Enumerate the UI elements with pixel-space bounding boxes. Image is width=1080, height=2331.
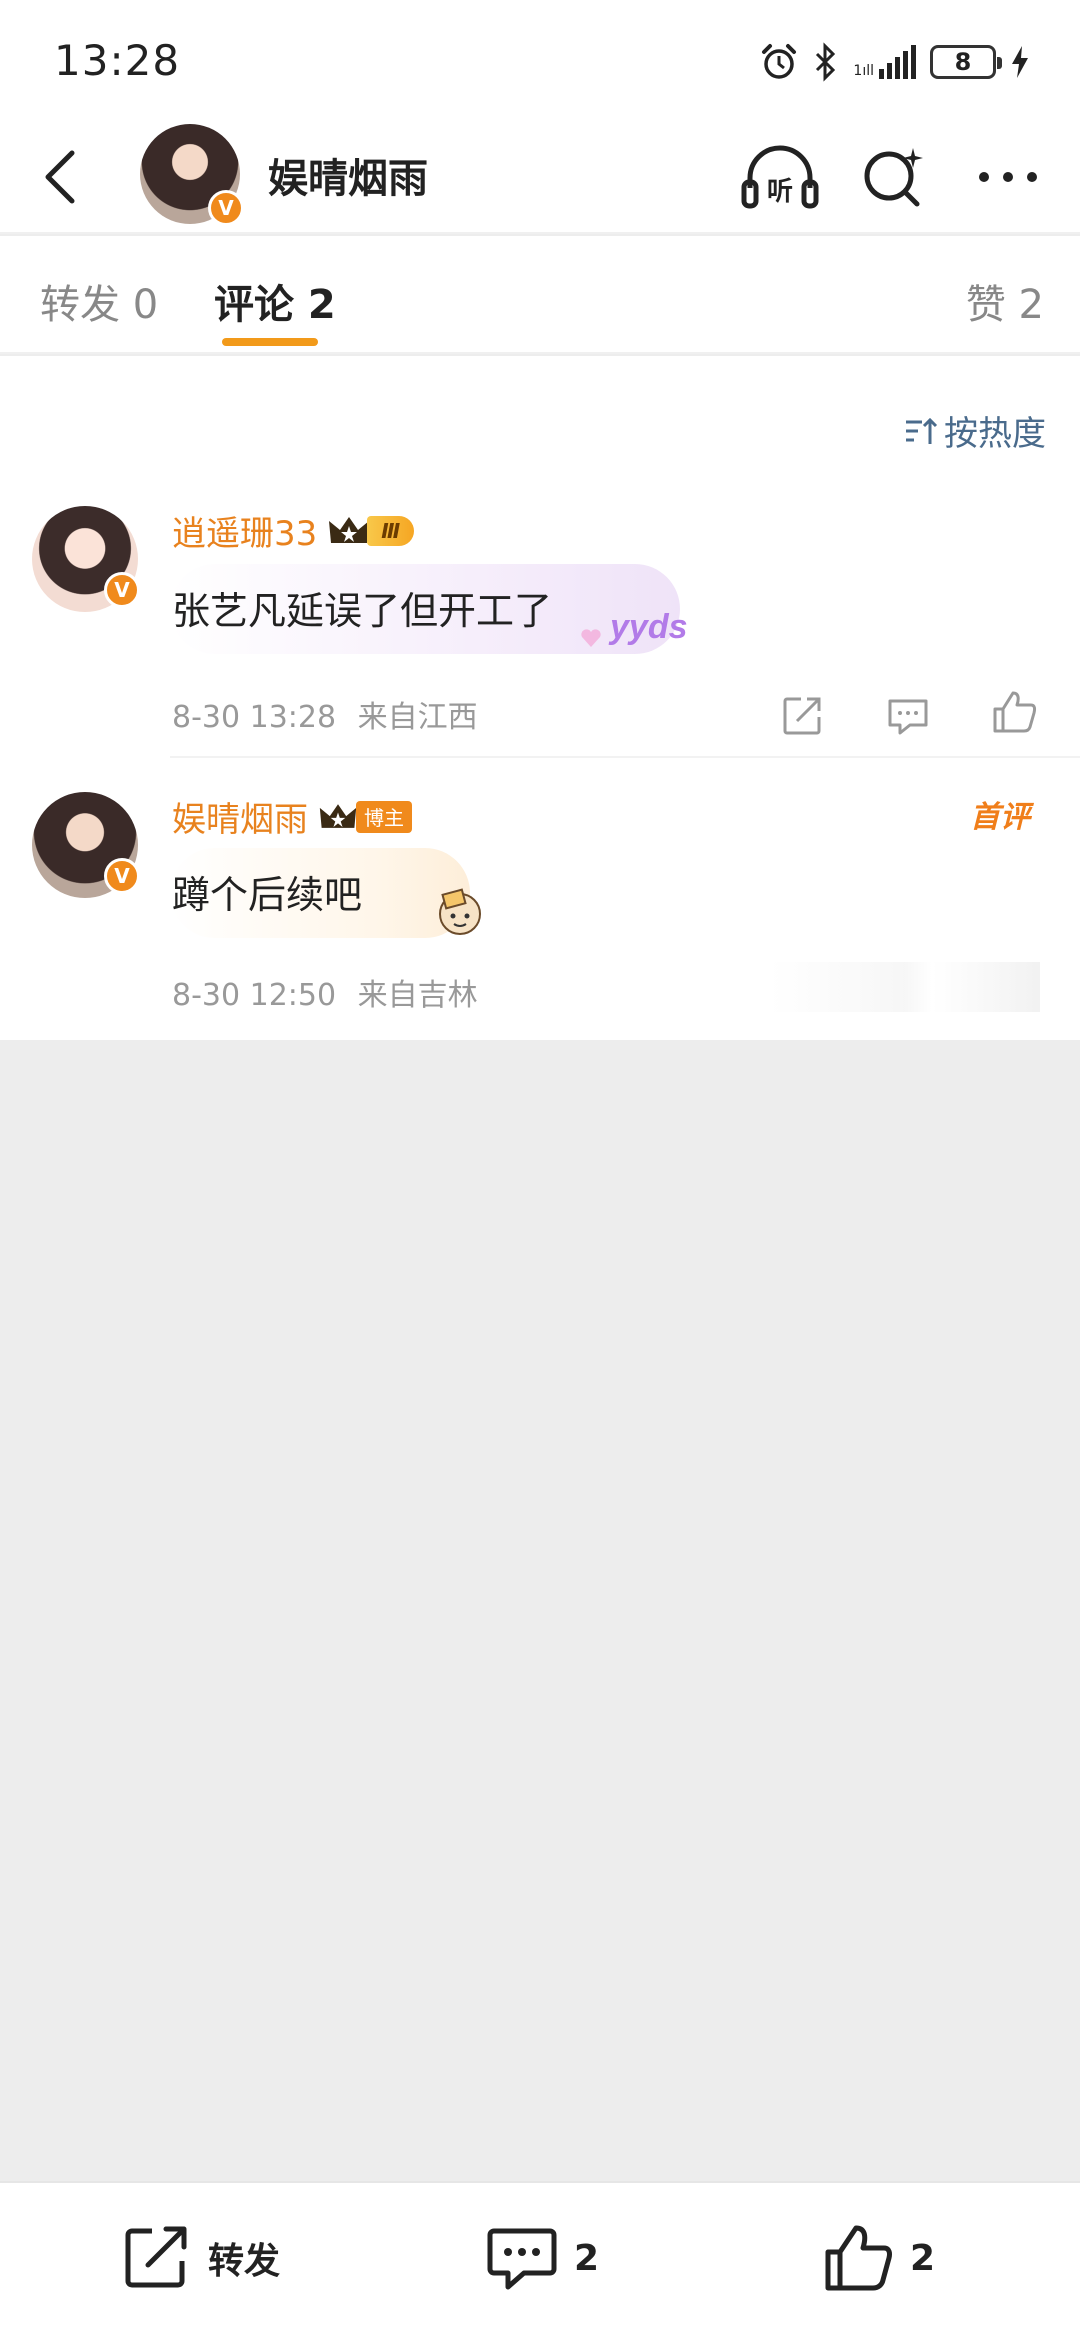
repost-button[interactable]: 转发: [122, 2223, 280, 2293]
share-button[interactable]: [772, 686, 832, 746]
author-name[interactable]: 娱晴烟雨: [268, 146, 428, 204]
yyds-sticker: yyds: [580, 606, 700, 656]
comment-meta: 8-30 12:50 来自吉林: [172, 970, 478, 1014]
signal-label: 1ıll: [853, 63, 874, 79]
battery-level: 8: [954, 48, 972, 76]
sticker-text: yyds: [610, 608, 688, 646]
sort-icon: [906, 417, 938, 444]
tab-likes[interactable]: 赞 2: [966, 272, 1044, 330]
more-icon: [979, 172, 1037, 182]
comment-meta: 8-30 13:28 来自江西: [172, 692, 478, 736]
comment-date: 8-30 13:28: [172, 700, 337, 735]
comment-button[interactable]: 2: [486, 2223, 599, 2293]
like-icon: [993, 691, 1037, 733]
status-icons: 1ıll 8: [759, 40, 1030, 84]
bottom-action-bar: 转发 2 2: [0, 2181, 1080, 2331]
comment-text: 蹲个后续吧: [172, 873, 363, 917]
verified-icon: V: [208, 190, 244, 226]
author-avatar[interactable]: V: [140, 124, 244, 226]
comment-list: 按热度 V 逍遥珊33 Ⅲ 张艺凡延误了但开工了 yyds 8-30 13:28…: [0, 356, 1080, 1040]
sort-button[interactable]: 按热度: [904, 406, 1046, 455]
comment-icon: [888, 699, 928, 735]
comment-location: 来自吉林: [357, 978, 478, 1013]
headphones-icon: 听: [741, 145, 819, 209]
verified-icon: V: [104, 858, 140, 894]
like-icon: [825, 2225, 892, 2291]
comment-text: 张艺凡延误了但开工了: [172, 589, 553, 633]
crown-icon: [319, 803, 357, 828]
top-nav-bar: V 娱晴烟雨 听: [0, 120, 1080, 234]
first-comment-tag: 首评: [970, 800, 1030, 835]
commenter-avatar[interactable]: V: [32, 792, 140, 898]
comment-header: 逍遥珊33 Ⅲ: [172, 506, 415, 555]
tab-bar: 转发 0 评论 2 赞 2: [0, 236, 1080, 354]
heart-icon: [581, 629, 601, 647]
comment-icon: [487, 2228, 557, 2290]
status-time: 13:28: [54, 36, 181, 85]
repost-label: 转发: [208, 2241, 281, 2282]
search-icon: [864, 148, 923, 207]
tab-active-indicator: [222, 338, 318, 346]
emoji-sticker: [430, 884, 490, 944]
comment-header: 娱晴烟雨 博主: [172, 792, 412, 841]
back-icon: [45, 150, 75, 204]
comment-count: 2: [574, 2237, 600, 2279]
bluetooth-icon: [816, 42, 836, 82]
battery-icon: 8: [930, 45, 1002, 79]
search-button[interactable]: [852, 140, 936, 214]
tab-repost[interactable]: 转发 0: [40, 272, 158, 330]
comment-date: 8-30 12:50: [172, 978, 337, 1013]
member-badge[interactable]: Ⅲ: [327, 513, 415, 549]
commenter-name[interactable]: 娱晴烟雨: [172, 792, 308, 841]
commenter-avatar[interactable]: V: [32, 506, 140, 612]
crown-icon: [329, 516, 370, 543]
blogger-badge: 博主: [318, 800, 412, 834]
cartoon-sticker-icon: [439, 888, 481, 935]
back-button[interactable]: [30, 144, 90, 210]
more-button[interactable]: [966, 140, 1050, 214]
sort-label: 按热度: [944, 414, 1046, 454]
blogger-tag: 博主: [356, 800, 412, 833]
like-button[interactable]: 2: [822, 2223, 935, 2293]
header-actions: 听: [738, 140, 1050, 214]
alarm-icon: [762, 44, 797, 79]
reply-button[interactable]: [878, 686, 938, 746]
share-icon: [783, 697, 821, 735]
charging-icon: [1012, 46, 1028, 78]
commenter-name[interactable]: 逍遥珊33: [172, 506, 317, 555]
comment-actions-faded: [770, 962, 1040, 1012]
verified-icon: V: [104, 572, 140, 608]
comment-divider: [170, 756, 1080, 758]
share-icon: [125, 2226, 187, 2288]
signal-icon: 1ıll: [853, 45, 916, 79]
level-tag: Ⅲ: [367, 515, 415, 546]
like-count: 2: [910, 2237, 936, 2279]
like-button[interactable]: [984, 682, 1044, 742]
listen-button[interactable]: 听: [738, 140, 822, 214]
listen-label: 听: [767, 177, 793, 207]
tab-comments[interactable]: 评论 2: [214, 272, 336, 330]
status-bar: 13:28 1ıll 8: [0, 0, 1080, 120]
comment-location: 来自江西: [357, 700, 478, 735]
